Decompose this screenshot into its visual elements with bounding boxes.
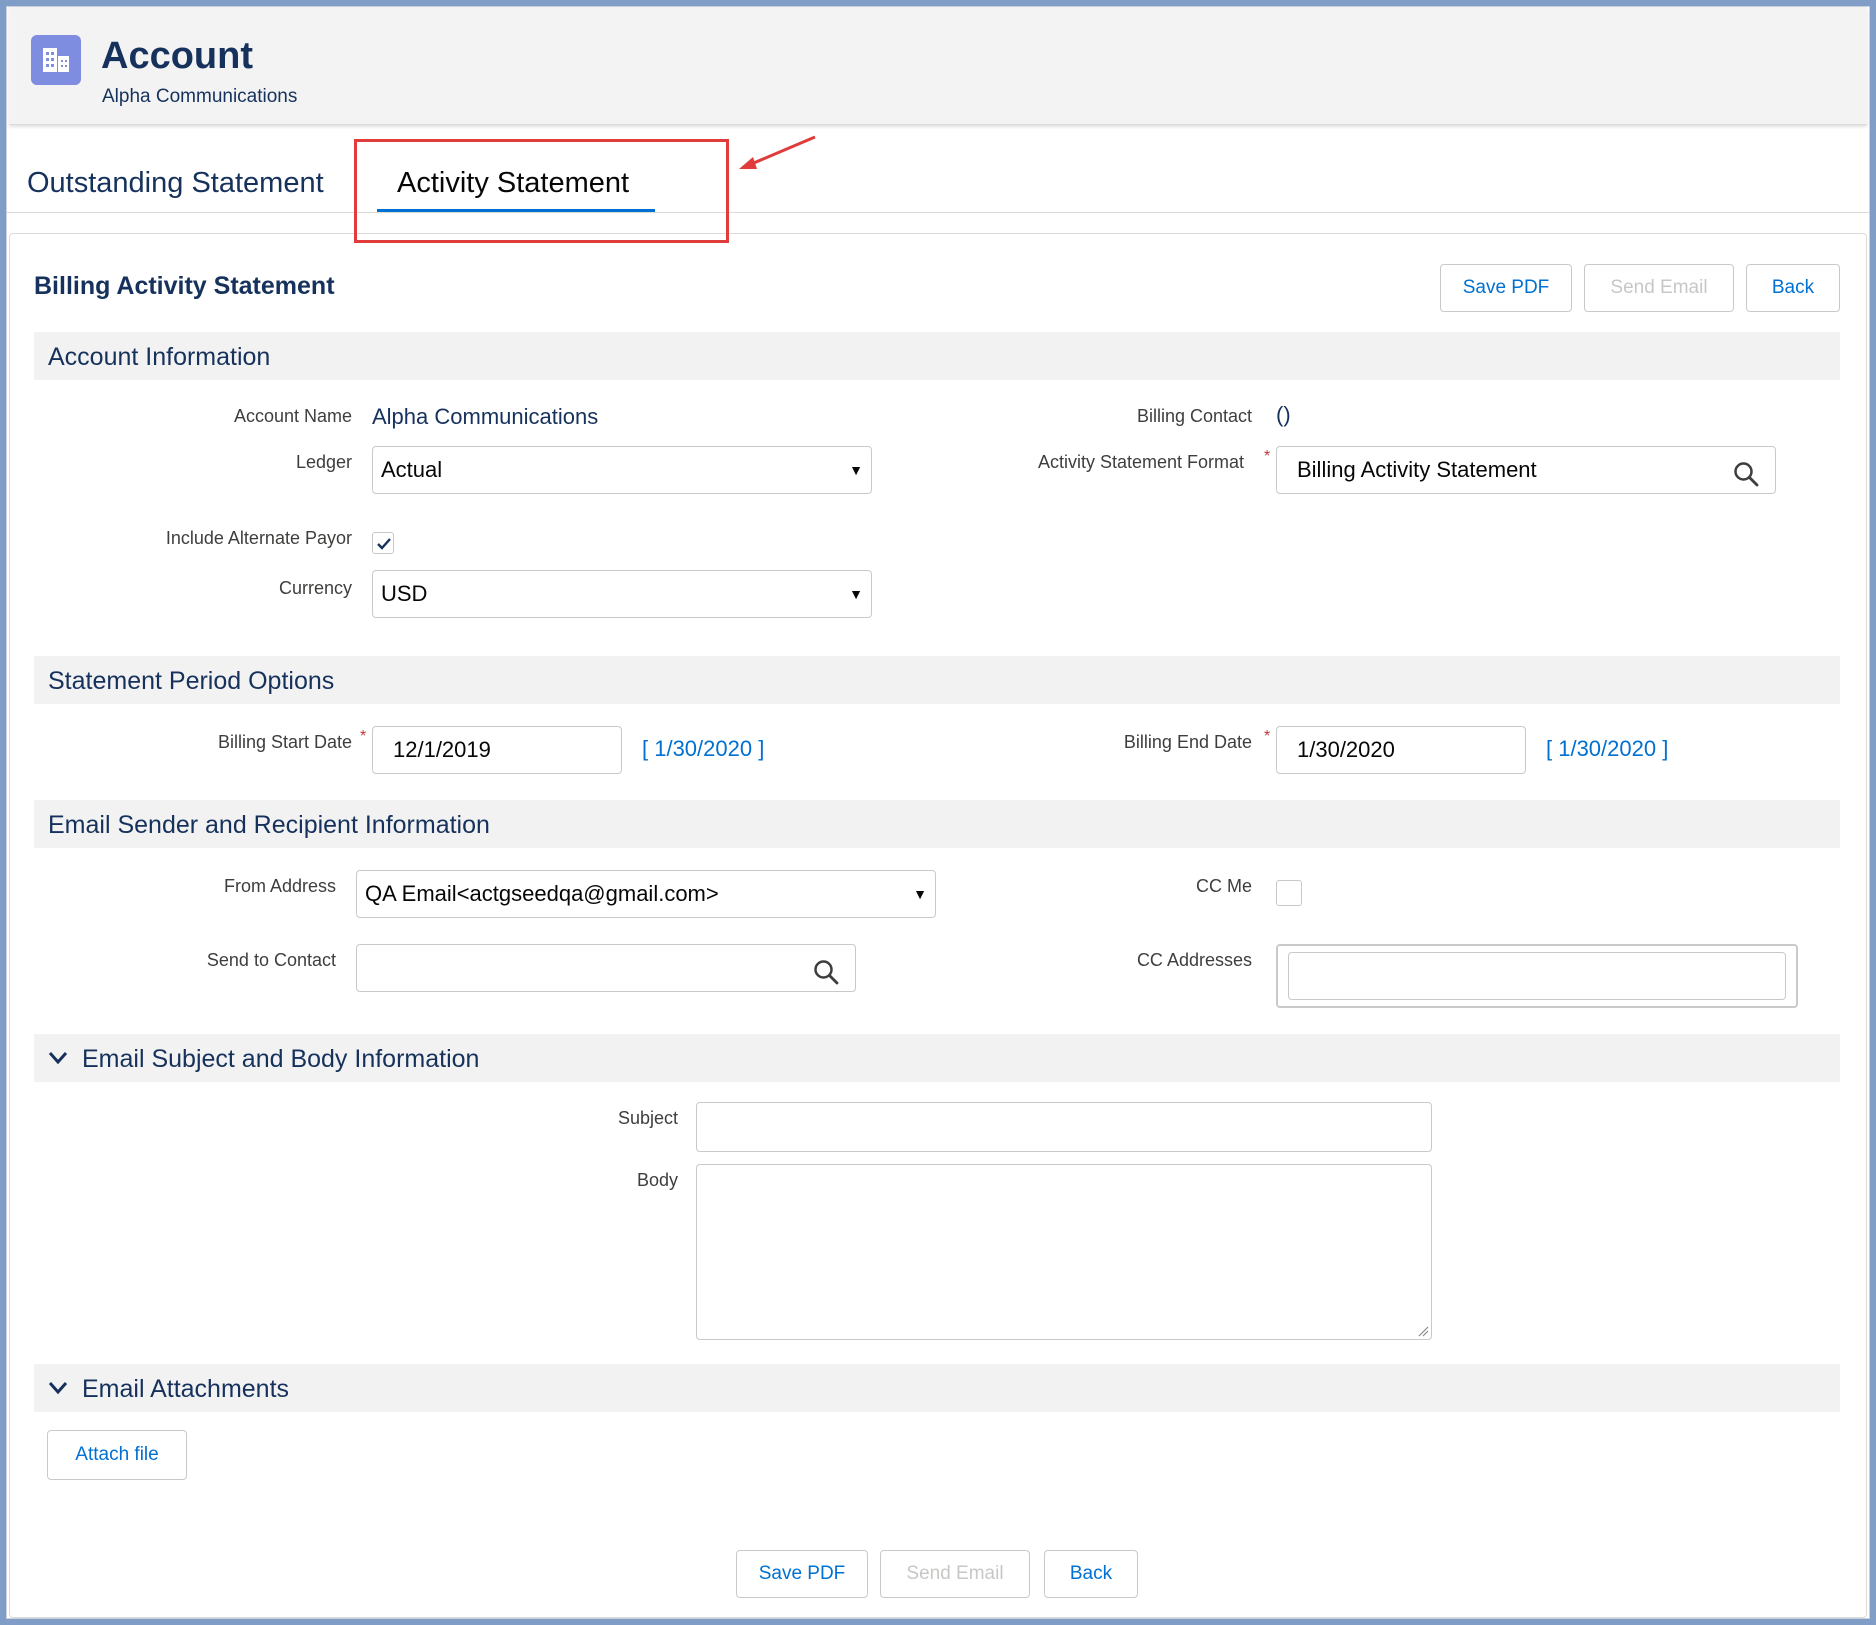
format-lookup-value: Billing Activity Statement: [1297, 457, 1537, 482]
billing-start-date-input[interactable]: 12/1/2019: [372, 726, 622, 774]
cc-me-label: CC Me: [1195, 876, 1252, 896]
send-to-contact-label: Send to Contact: [206, 950, 336, 970]
ledger-select[interactable]: Actual ▼: [372, 446, 872, 494]
page-title: Account: [101, 35, 253, 77]
back-button[interactable]: Back: [1746, 264, 1840, 312]
active-tab-indicator: [377, 209, 655, 212]
section-title[interactable]: Email Attachments: [82, 1375, 289, 1404]
footer-back-button[interactable]: Back: [1044, 1550, 1138, 1598]
caret-down-icon: ▼: [913, 886, 927, 902]
billing-contact-value: (): [1276, 402, 1291, 427]
activity-statement-format-label: Activity Statement Format: [1037, 452, 1244, 472]
billing-contact-label: Billing Contact: [1136, 406, 1252, 426]
account-name-value: Alpha Communications: [372, 404, 599, 429]
page-subtitle: Alpha Communications: [102, 86, 298, 107]
include-alternate-payor-label: Include Alternate Payor: [165, 528, 352, 548]
section-title[interactable]: Email Subject and Body Information: [82, 1045, 479, 1074]
required-marker: *: [360, 728, 367, 745]
footer-send-email-button[interactable]: Send Email: [880, 1550, 1030, 1598]
currency-select-value: USD: [381, 581, 428, 606]
card-title: Billing Activity Statement: [34, 272, 335, 300]
from-address-value: QA Email<actgseedqa@gmail.com>: [365, 881, 719, 906]
required-marker: *: [1264, 728, 1271, 745]
app-frame: Account Alpha Communications Outstanding…: [6, 6, 1870, 1619]
building-icon: [31, 35, 81, 85]
section-title: Statement Period Options: [48, 667, 335, 695]
cc-addresses-container: [1276, 944, 1798, 1008]
search-icon[interactable]: [813, 955, 839, 1001]
activity-statement-format-lookup[interactable]: Billing Activity Statement: [1276, 446, 1776, 494]
attach-file-button[interactable]: Attach file: [47, 1430, 187, 1480]
search-icon[interactable]: [1733, 457, 1759, 503]
section-account-information: Account Information: [34, 332, 1840, 380]
include-alternate-payor-checkbox[interactable]: [372, 532, 394, 554]
resize-handle-icon[interactable]: [1417, 1325, 1429, 1337]
chevron-down-icon[interactable]: [48, 1381, 68, 1395]
body-label: Body: [636, 1170, 678, 1190]
billing-end-date-link[interactable]: [ 1/30/2020 ]: [1546, 736, 1668, 762]
save-pdf-button[interactable]: Save PDF: [1440, 264, 1572, 312]
ledger-label: Ledger: [295, 452, 352, 472]
billing-start-date-link[interactable]: [ 1/30/2020 ]: [642, 736, 764, 762]
tab-outstanding-statement[interactable]: Outstanding Statement: [27, 167, 324, 200]
from-address-label: From Address: [223, 876, 336, 896]
section-email-sender-recipient: Email Sender and Recipient Information: [34, 800, 1840, 848]
cc-addresses-input[interactable]: [1288, 952, 1786, 1000]
subject-input[interactable]: [696, 1102, 1432, 1152]
tab-bar: Outstanding Statement Activity Statement: [7, 125, 1869, 213]
currency-label: Currency: [278, 578, 352, 598]
chevron-down-icon[interactable]: [48, 1051, 68, 1065]
section-email-attachments: Email Attachments: [34, 1364, 1840, 1412]
ledger-select-value: Actual: [381, 457, 443, 482]
required-marker: *: [1264, 448, 1271, 465]
subject-label: Subject: [617, 1108, 678, 1128]
cc-me-checkbox[interactable]: [1276, 880, 1302, 906]
send-email-button[interactable]: Send Email: [1584, 264, 1734, 312]
account-name-label: Account Name: [233, 406, 352, 426]
statement-card: Billing Activity Statement Save PDF Send…: [9, 233, 1867, 1618]
tab-activity-statement[interactable]: Activity Statement: [397, 167, 629, 200]
from-address-select[interactable]: QA Email<actgseedqa@gmail.com> ▼: [356, 870, 936, 918]
section-title: Account Information: [48, 343, 271, 371]
body-textarea[interactable]: [696, 1164, 1432, 1340]
section-email-subject-body: Email Subject and Body Information: [34, 1034, 1840, 1082]
billing-end-date-input[interactable]: 1/30/2020: [1276, 726, 1526, 774]
section-title: Email Sender and Recipient Information: [48, 811, 490, 839]
currency-select[interactable]: USD ▼: [372, 570, 872, 618]
record-header: Account Alpha Communications: [9, 7, 1867, 125]
cc-addresses-label: CC Addresses: [1136, 950, 1252, 970]
send-to-contact-lookup[interactable]: [356, 944, 856, 992]
billing-start-date-label: Billing Start Date: [217, 732, 352, 752]
footer-save-pdf-button[interactable]: Save PDF: [736, 1550, 868, 1598]
annotation-arrow-icon: [739, 135, 816, 169]
billing-end-date-label: Billing End Date: [1123, 732, 1252, 752]
caret-down-icon: ▼: [849, 586, 863, 602]
caret-down-icon: ▼: [849, 462, 863, 478]
section-statement-period-options: Statement Period Options: [34, 656, 1840, 704]
